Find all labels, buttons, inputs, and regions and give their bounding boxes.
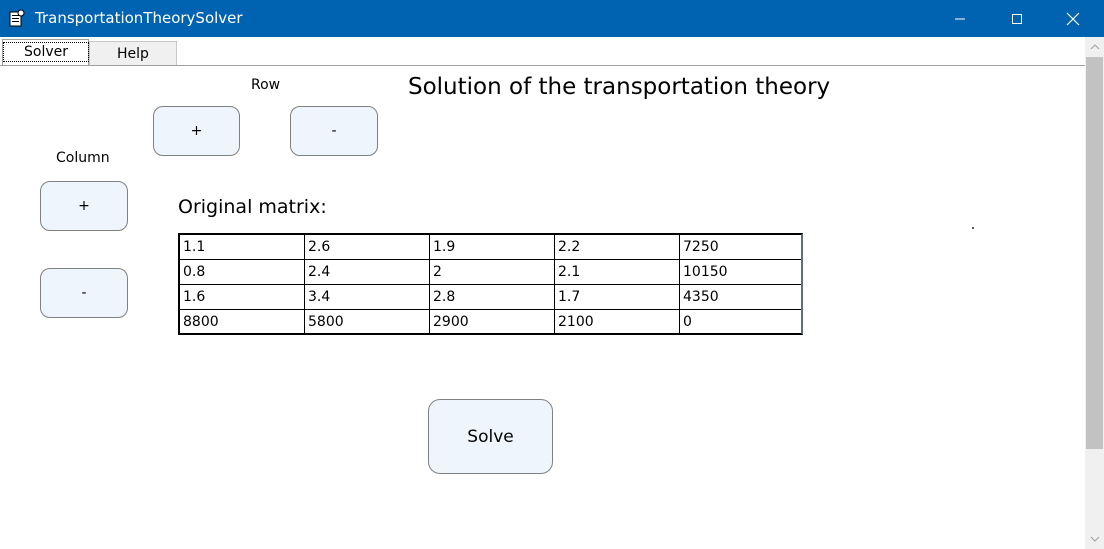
matrix-row: 0.8 2.4 2 2.1 10150 [180,260,801,285]
title-bar: TransportationTheorySolver [0,0,1104,37]
matrix-title: Original matrix: [178,196,327,218]
matrix-cell[interactable]: 1.7 [555,285,680,309]
matrix-cell[interactable]: 2100 [555,310,680,334]
scrollbar-thumb[interactable] [1086,57,1103,449]
matrix-cell[interactable]: 8800 [180,310,305,334]
remove-column-button[interactable]: - [40,268,128,318]
minimize-button[interactable] [937,0,983,37]
chevron-up-icon [1090,44,1099,50]
matrix-cell[interactable]: 1.1 [180,235,305,259]
matrix-cell[interactable]: 3.4 [305,285,430,309]
scroll-down-button[interactable] [1085,529,1104,549]
tab-solver-label: Solver [3,42,89,62]
scroll-up-button[interactable] [1085,37,1104,57]
close-button[interactable] [1050,0,1096,37]
matrix-cell[interactable]: 2.2 [555,235,680,259]
matrix-cell[interactable]: 2900 [430,310,555,334]
matrix-cell[interactable]: 1.6 [180,285,305,309]
matrix-cell[interactable]: 0 [680,310,801,334]
matrix-cell[interactable]: 2 [430,260,555,284]
tab-solver[interactable]: Solver [2,39,89,65]
matrix-cell[interactable]: 2.6 [305,235,430,259]
matrix-cell[interactable]: 4350 [680,285,801,309]
matrix-row: 1.1 2.6 1.9 2.2 7250 [180,235,801,260]
row-label: Row [251,77,281,93]
maximize-button[interactable] [994,0,1040,37]
matrix-cell[interactable]: 2.4 [305,260,430,284]
remove-row-button[interactable]: - [290,106,378,156]
matrix-cell[interactable]: 10150 [680,260,801,284]
stray-dot [972,227,974,229]
close-icon [1066,12,1080,25]
original-matrix-grid: 1.1 2.6 1.9 2.2 7250 0.8 2.4 2 2.1 10150… [178,233,803,335]
matrix-row: 1.6 3.4 2.8 1.7 4350 [180,285,801,310]
matrix-cell[interactable]: 2.8 [430,285,555,309]
matrix-cell[interactable]: 1.9 [430,235,555,259]
solve-button[interactable]: Solve [428,399,553,474]
matrix-cell[interactable]: 5800 [305,310,430,334]
matrix-cell[interactable]: 2.1 [555,260,680,284]
window-title: TransportationTheorySolver [35,9,243,27]
matrix-cell[interactable]: 7250 [680,235,801,259]
matrix-cell[interactable]: 0.8 [180,260,305,284]
matrix-row: 8800 5800 2900 2100 0 [180,310,801,334]
tab-help[interactable]: Help [89,41,177,65]
column-label: Column [56,150,110,166]
maximize-icon [1012,13,1022,24]
tab-help-label: Help [117,46,149,62]
chevron-down-icon [1090,536,1099,542]
add-row-button[interactable]: + [153,106,240,156]
app-icon [9,9,25,27]
add-column-button[interactable]: + [40,181,128,231]
page-title: Solution of the transportation theory [408,74,831,100]
minimize-icon [955,18,965,19]
